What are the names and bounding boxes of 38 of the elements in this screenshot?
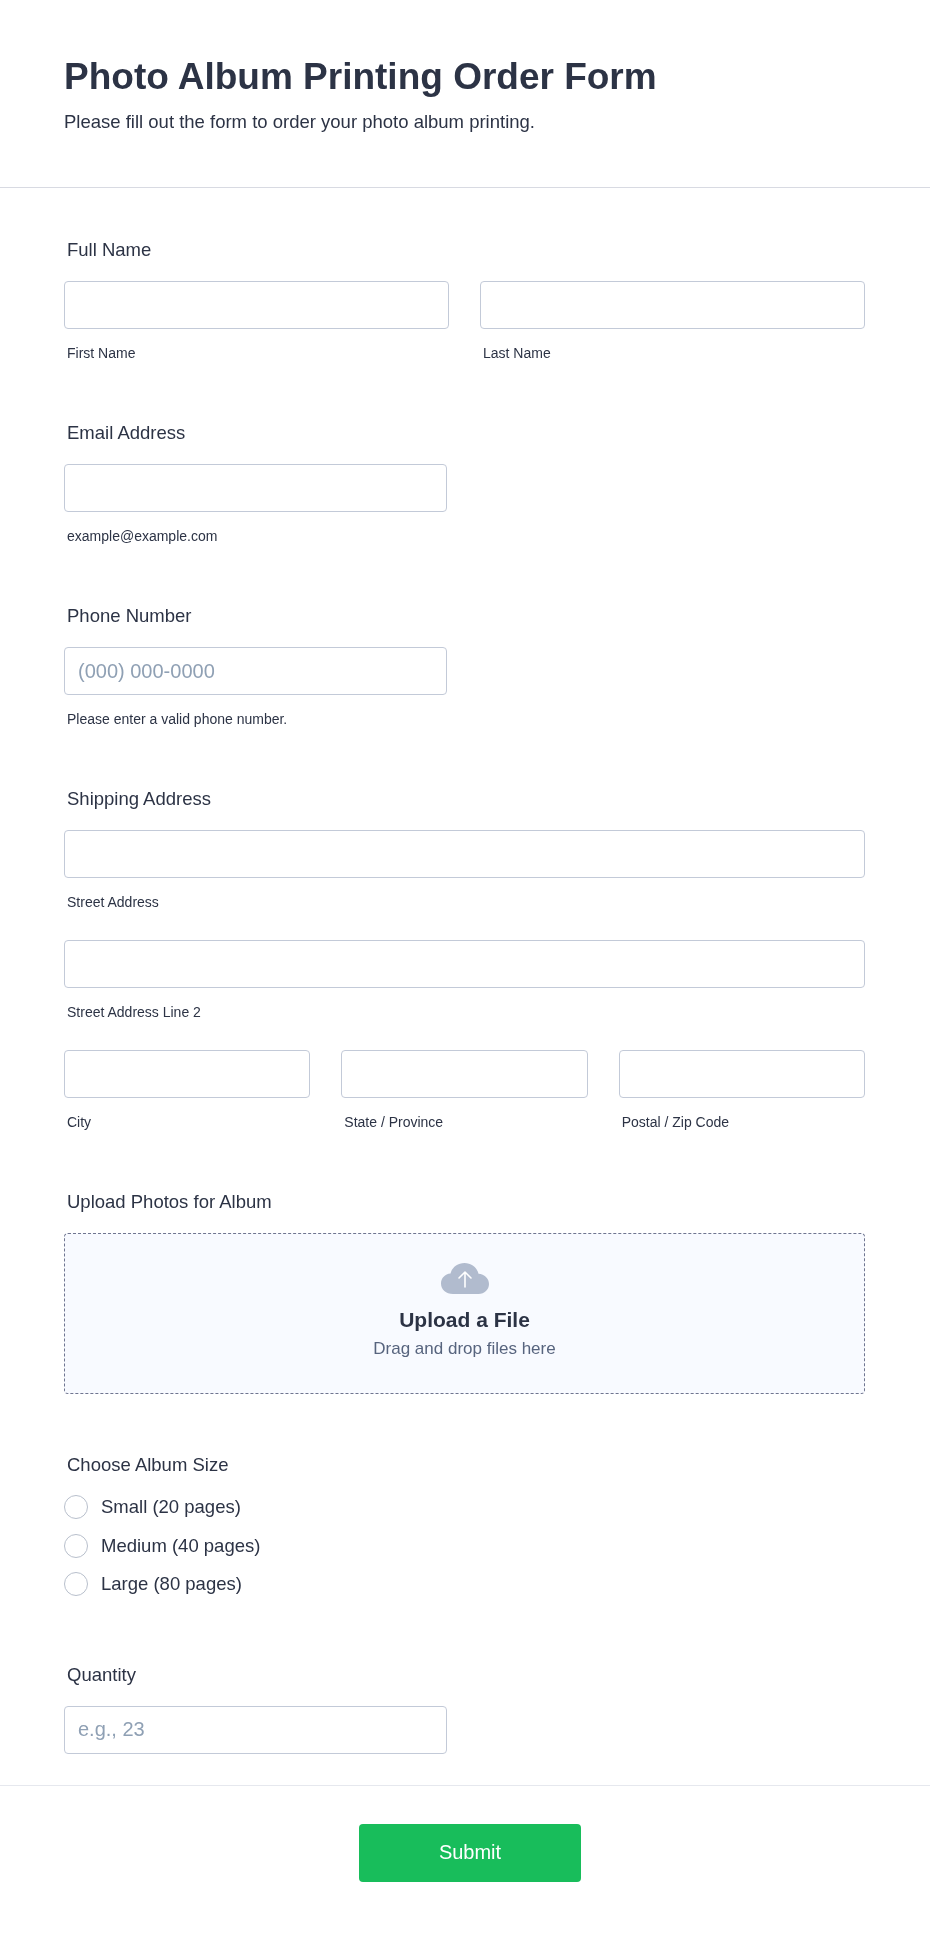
input-field[interactable]	[64, 1050, 311, 1098]
field-sublabel: State / Province	[344, 1113, 444, 1131]
field-sublabel: Please enter a valid phone number.	[67, 710, 288, 728]
cloud-upload-icon	[440, 1263, 489, 1294]
input-field[interactable]	[64, 281, 449, 329]
input-field[interactable]	[480, 281, 865, 329]
radio-label[interactable]: Small (20 pages)	[101, 1495, 241, 1520]
upload-hint: Drag and drop files here	[373, 1338, 556, 1360]
form-subtitle: Please fill out the form to order your photo album printing.	[64, 110, 535, 134]
field-label: Upload Photos for Album	[67, 1190, 272, 1214]
radio-label[interactable]: Medium (40 pages)	[101, 1533, 261, 1558]
field-sublabel: example@example.com	[67, 527, 218, 545]
input-field[interactable]	[64, 464, 447, 512]
input-field[interactable]	[64, 940, 865, 988]
field-sublabel: Street Address Line 2	[67, 1003, 201, 1021]
file-drop-zone[interactable]: Upload a File Drag and drop files here	[64, 1233, 865, 1394]
field-label: Phone Number	[67, 604, 192, 628]
field-label: Shipping Address	[67, 787, 211, 811]
field-label: Full Name	[67, 238, 152, 262]
field-sublabel: City	[67, 1113, 92, 1131]
field-label: Email Address	[67, 421, 186, 445]
field-sublabel: Last Name	[483, 344, 551, 362]
input-field[interactable]	[341, 1050, 588, 1098]
radio-label[interactable]: Large (80 pages)	[101, 1572, 242, 1597]
input-field[interactable]: (000) 000-0000	[64, 647, 447, 695]
radio-button[interactable]	[64, 1572, 88, 1597]
radio-button[interactable]	[64, 1533, 88, 1558]
field-sublabel: Street Address	[67, 893, 159, 911]
field-label: Choose Album Size	[67, 1453, 229, 1477]
field-sublabel: Postal / Zip Code	[621, 1113, 730, 1131]
input-field[interactable]	[618, 1050, 865, 1098]
upload-title: Upload a File	[399, 1307, 530, 1333]
field-sublabel: First Name	[67, 344, 136, 362]
input-field[interactable]	[64, 830, 865, 878]
form-title: Photo Album Printing Order Form	[64, 55, 657, 98]
input-field[interactable]: e.g., 23	[64, 1705, 447, 1754]
radio-button[interactable]	[64, 1495, 88, 1520]
field-label: Quantity	[67, 1662, 136, 1687]
